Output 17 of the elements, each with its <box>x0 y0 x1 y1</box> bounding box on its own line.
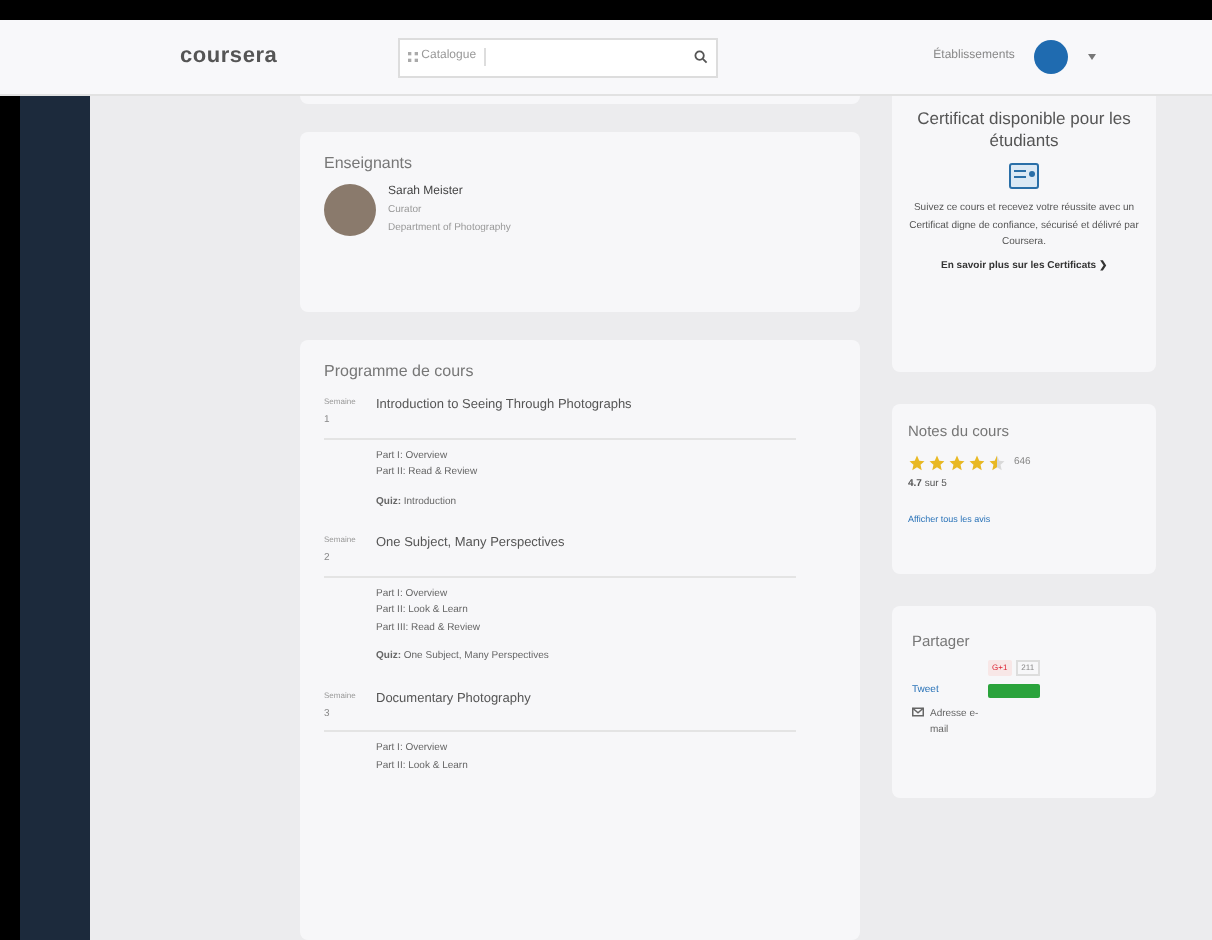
star-icon <box>908 454 926 473</box>
star-icon <box>948 454 966 473</box>
certificate-icon <box>1008 162 1040 191</box>
section-title: Programme de cours <box>324 360 476 384</box>
mail-icon <box>912 705 924 718</box>
logo[interactable]: coursera <box>180 40 278 74</box>
star-icon <box>988 454 1006 473</box>
grid-icon <box>407 52 418 62</box>
user-avatar[interactable] <box>1034 40 1069 74</box>
star-icon <box>928 454 946 473</box>
caret-icon[interactable] <box>1088 54 1097 60</box>
star-icon <box>968 454 986 473</box>
share-button[interactable] <box>988 684 1040 699</box>
search-icon[interactable] <box>693 50 708 64</box>
section-title: Enseignants <box>324 152 415 176</box>
certificate-title: Certificat disponible pour les étudiants <box>915 108 1133 151</box>
avatar-placeholder <box>324 184 376 236</box>
